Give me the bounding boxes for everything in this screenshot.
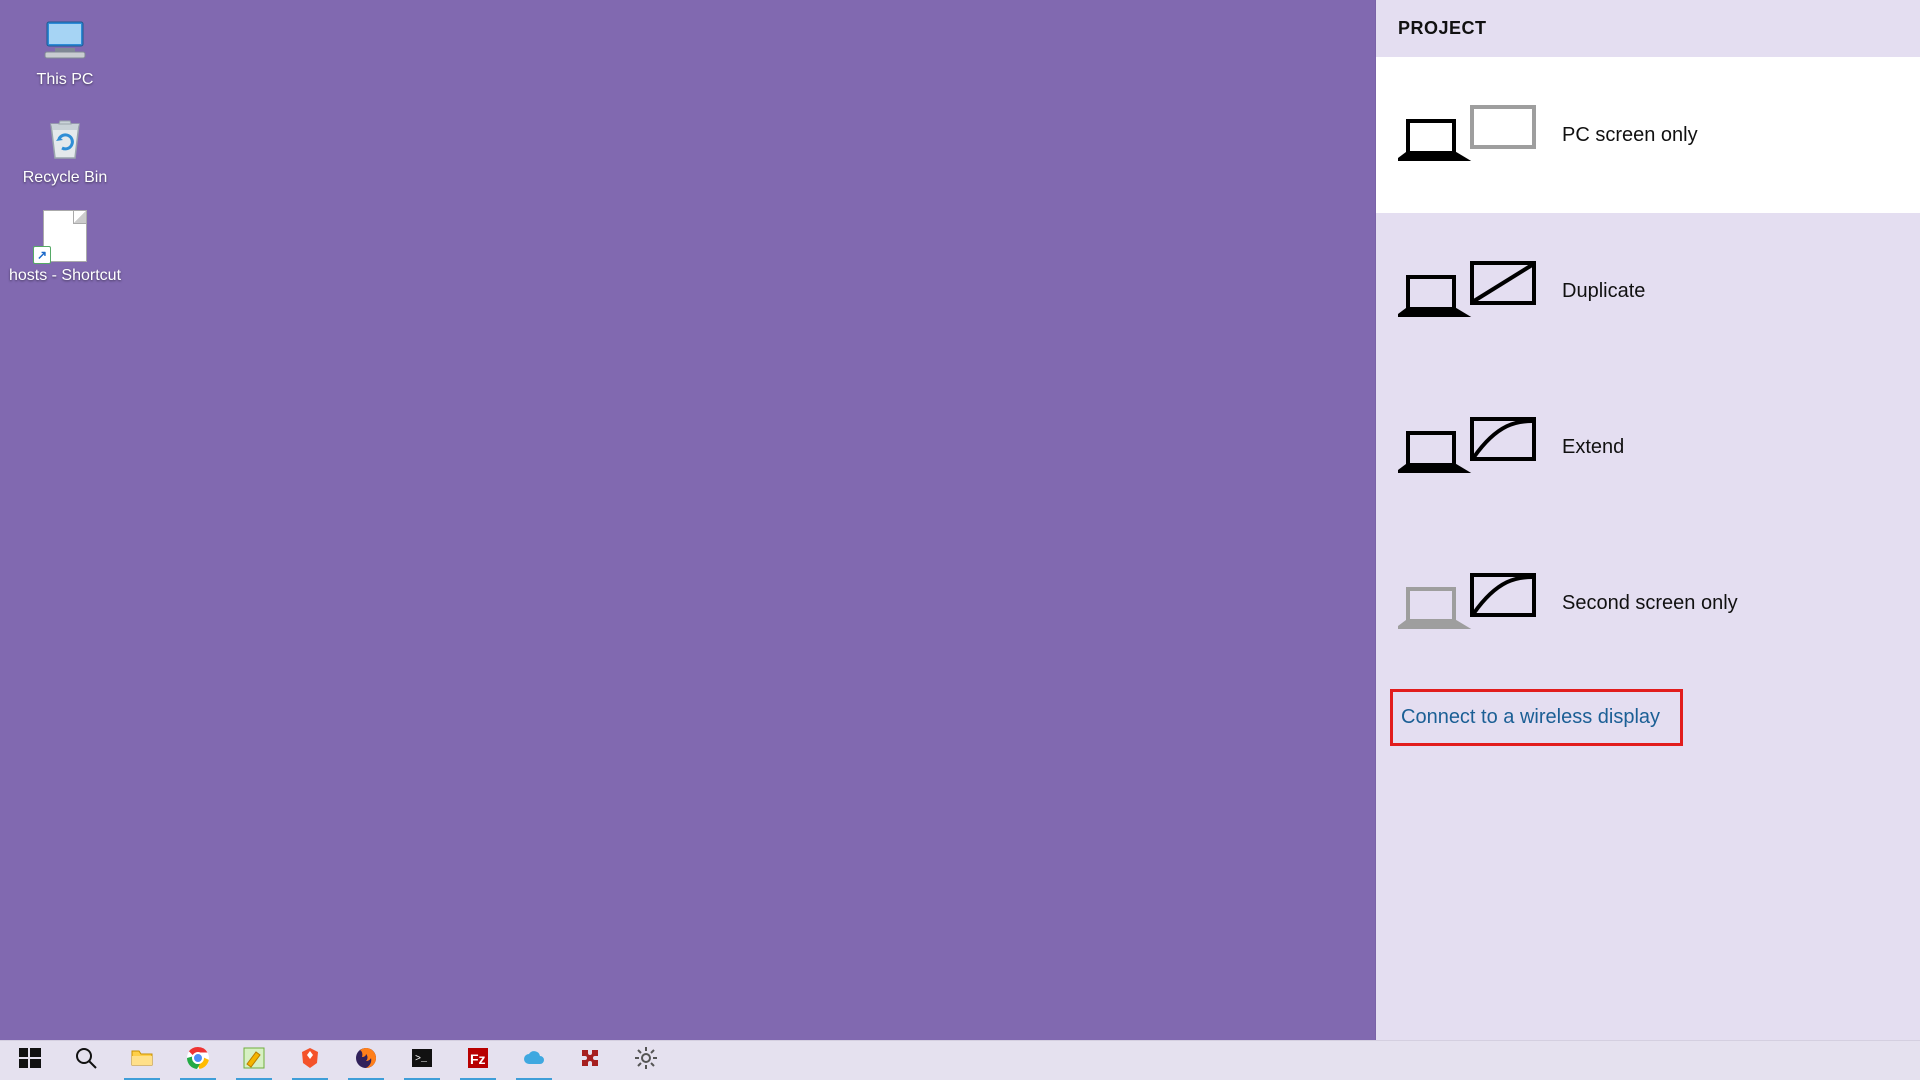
file-icon: ↗ [37, 210, 93, 262]
desktop-icon-label: This PC [37, 70, 94, 90]
desktop-icon-label: hosts - Shortcut [9, 266, 121, 286]
search-icon [74, 1046, 98, 1075]
taskbar: >_ Fz [0, 1040, 1920, 1080]
chrome-icon [186, 1046, 210, 1075]
chrome-app[interactable] [170, 1041, 226, 1080]
filezilla-app[interactable]: Fz [450, 1041, 506, 1080]
filezilla-icon: Fz [466, 1046, 490, 1075]
project-option-label: Extend [1562, 436, 1624, 459]
desktop-icon-recycle-bin[interactable]: Recycle Bin [0, 112, 130, 188]
project-option-duplicate[interactable]: Duplicate [1376, 213, 1920, 369]
connect-wireless-display-link[interactable]: Connect to a wireless display [1399, 702, 1662, 733]
duplicate-icon [1398, 257, 1538, 325]
puzzle-icon [578, 1046, 602, 1075]
settings-app[interactable] [618, 1041, 674, 1080]
project-option-label: Duplicate [1562, 280, 1645, 303]
desktop-icon-label: Recycle Bin [23, 168, 107, 188]
project-option-label: Second screen only [1562, 592, 1738, 615]
terminal-app[interactable]: >_ [394, 1041, 450, 1080]
start-button[interactable] [2, 1041, 58, 1080]
terminal-icon: >_ [410, 1046, 434, 1075]
editor-icon [242, 1046, 266, 1075]
svg-text:Fz: Fz [470, 1051, 486, 1067]
desktop-icons: This PC Recycle Bin ↗ [0, 10, 130, 286]
recycle-bin-icon [37, 112, 93, 164]
editor-app[interactable] [226, 1041, 282, 1080]
desktop-icon-hosts-shortcut[interactable]: ↗ hosts - Shortcut [0, 210, 130, 286]
brave-icon [298, 1046, 322, 1075]
gear-icon [634, 1046, 658, 1075]
file-explorer-app[interactable] [114, 1041, 170, 1080]
project-option-second-screen-only[interactable]: Second screen only [1376, 525, 1920, 681]
extend-icon [1398, 413, 1538, 481]
windows-logo-icon [18, 1046, 42, 1075]
firefox-app[interactable] [338, 1041, 394, 1080]
pc-screen-only-icon [1398, 101, 1538, 169]
project-flyout: PROJECT PC screen only [1376, 0, 1920, 1040]
project-option-pc-screen-only[interactable]: PC screen only [1376, 57, 1920, 213]
desktop-icon-this-pc[interactable]: This PC [0, 14, 130, 90]
puzzle-app[interactable] [562, 1041, 618, 1080]
svg-text:>_: >_ [415, 1054, 428, 1065]
second-screen-only-icon [1398, 569, 1538, 637]
annotation-highlight: Connect to a wireless display [1390, 689, 1683, 746]
shortcut-overlay-icon: ↗ [33, 246, 51, 264]
folder-icon [130, 1046, 154, 1075]
panel-scrollbar[interactable] [1896, 0, 1920, 1040]
firefox-icon [354, 1046, 378, 1075]
project-option-label: PC screen only [1562, 124, 1698, 147]
project-option-extend[interactable]: Extend [1376, 369, 1920, 525]
computer-icon [37, 14, 93, 66]
project-flyout-title: PROJECT [1376, 0, 1920, 57]
brave-app[interactable] [282, 1041, 338, 1080]
cloud-icon [522, 1046, 546, 1075]
cloud-app[interactable] [506, 1041, 562, 1080]
search-button[interactable] [58, 1041, 114, 1080]
